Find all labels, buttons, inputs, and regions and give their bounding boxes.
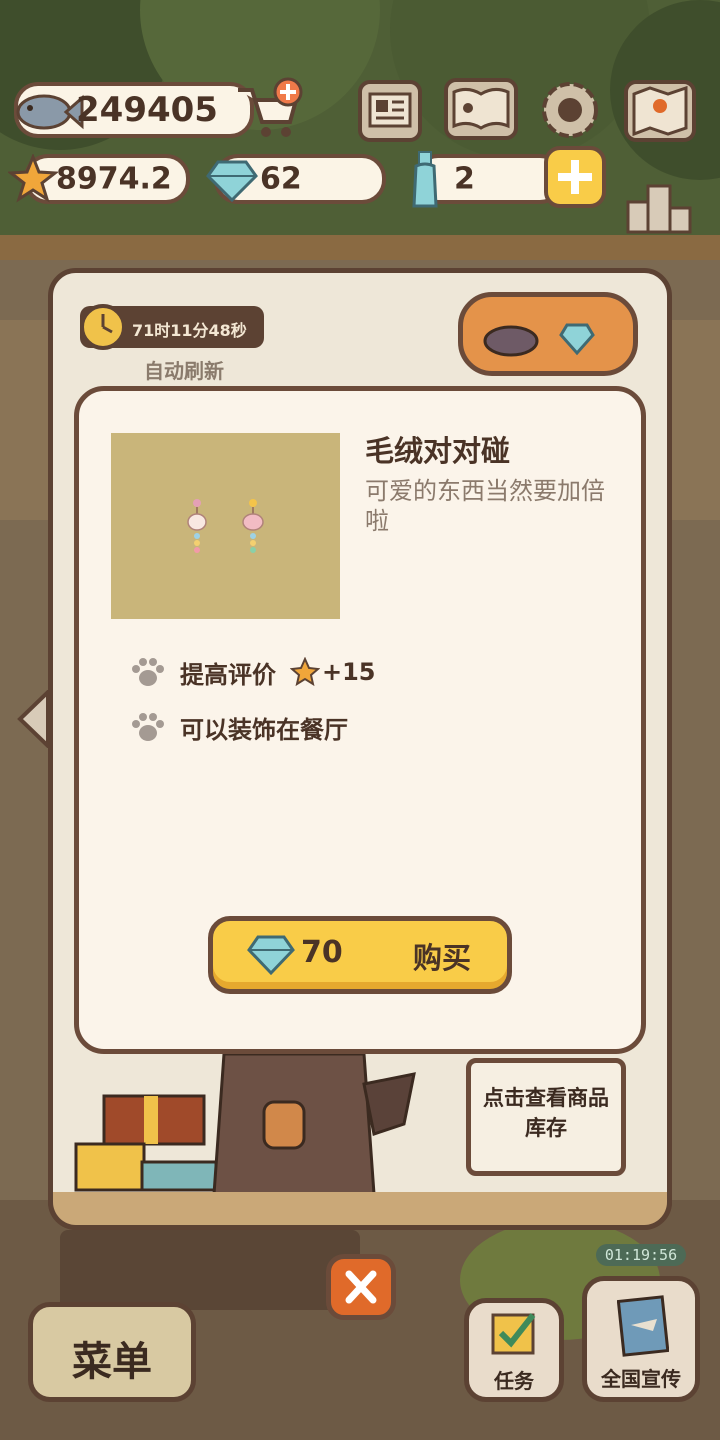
shop-sign xyxy=(458,292,638,376)
plush-earrings-art xyxy=(187,499,264,553)
star-icon xyxy=(8,154,58,203)
menu-button[interactable]: 菜单 xyxy=(28,1302,196,1402)
gem-icon xyxy=(247,935,295,976)
auto-refresh-label: 自动刷新 xyxy=(144,359,224,383)
close-button[interactable] xyxy=(326,1254,396,1320)
shop-sign-icons xyxy=(483,323,595,357)
shopkeeper-art xyxy=(74,1054,416,1196)
bottle-counter: 2 xyxy=(412,151,564,208)
menu-label: 菜单 xyxy=(72,1339,152,1385)
map-icon[interactable] xyxy=(624,80,696,142)
counter-shelf xyxy=(48,1192,672,1230)
fish-count: 249405 xyxy=(76,90,218,130)
stopwatch-icon xyxy=(80,304,126,350)
gem-counter: 62 xyxy=(206,154,386,204)
promo-timer: 01:19:56 xyxy=(596,1244,686,1266)
checklist-icon xyxy=(491,1313,536,1355)
fish-counter: 249405 xyxy=(14,82,254,138)
gem-count: 62 xyxy=(260,161,302,197)
tasks-button[interactable]: 任务 xyxy=(464,1298,564,1402)
inventory-note-text: 点击查看商品库存 xyxy=(483,1086,609,1140)
left-earring xyxy=(187,499,207,553)
promo-label: 全国宣传 xyxy=(601,1367,681,1391)
ranking-podium-icon[interactable] xyxy=(626,180,692,236)
paw-icon xyxy=(132,658,164,686)
news-icon[interactable] xyxy=(358,80,422,142)
settings-gear-icon[interactable] xyxy=(538,78,602,142)
game-scene: 249405 8974.2 62 2 71时11分48秒 自动刷新 点击查看商品… xyxy=(0,0,720,1440)
buy-button[interactable]: 70 购买 xyxy=(208,916,512,994)
feature-rating-text: 提高评价 xyxy=(180,660,276,689)
plus-icon xyxy=(558,160,592,194)
gem-icon xyxy=(206,160,258,203)
star-icon xyxy=(290,657,320,687)
refresh-timer: 71时11分48秒 xyxy=(80,304,264,350)
item-title: 毛绒对对碰 xyxy=(365,434,511,468)
bottle-count: 2 xyxy=(454,161,475,197)
promo-poster-icon xyxy=(617,1295,669,1357)
bottle-icon xyxy=(412,151,438,208)
item-image xyxy=(111,433,340,619)
timer-text: 71时11分48秒 xyxy=(132,321,247,340)
item-description: 可爱的东西当然要加倍啦 xyxy=(365,477,605,535)
feature-decorate-text: 可以装饰在餐厅 xyxy=(180,715,348,744)
previous-arrow-icon[interactable] xyxy=(16,690,50,748)
rating-bonus: +15 xyxy=(322,658,376,686)
close-icon xyxy=(345,1270,377,1304)
star-counter: 8974.2 xyxy=(8,154,190,204)
fish-icon xyxy=(16,94,84,130)
feature-decorate: 可以装饰在餐厅 xyxy=(130,710,348,744)
national-promotion-button[interactable]: 全国宣传 xyxy=(582,1276,700,1402)
paw-icon xyxy=(132,713,164,741)
tasks-label: 任务 xyxy=(494,1369,534,1393)
buy-price: 70 xyxy=(301,935,343,970)
right-earring xyxy=(242,499,264,553)
cookbook-icon[interactable] xyxy=(444,78,518,140)
buy-label: 购买 xyxy=(413,941,472,975)
star-count: 8974.2 xyxy=(56,161,172,197)
add-bottles-button[interactable] xyxy=(544,146,606,208)
cart-add-icon[interactable] xyxy=(232,76,304,142)
inventory-note[interactable]: 点击查看商品库存 xyxy=(466,1058,626,1176)
feature-rating: 提高评价 +15 xyxy=(130,655,376,689)
